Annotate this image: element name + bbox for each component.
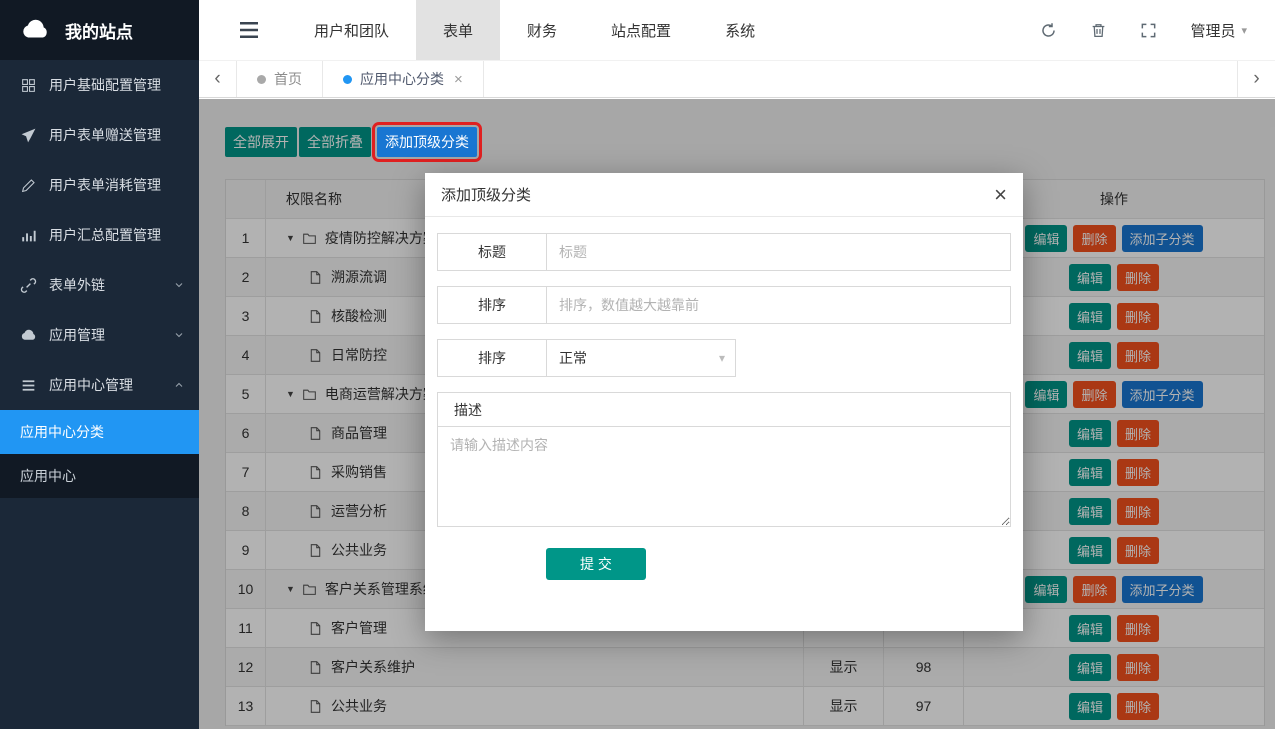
close-tab-icon[interactable]: × — [454, 71, 463, 88]
cloud-icon — [20, 327, 37, 344]
sidebar-item-label: 应用管理 — [49, 325, 105, 345]
trash-icon[interactable] — [1090, 22, 1107, 39]
site-name: 我的站点 — [65, 18, 133, 43]
sidebar-item-2[interactable]: 用户表单消耗管理 — [0, 160, 199, 210]
sidebar-item-label: 用户表单赠送管理 — [49, 125, 161, 145]
chart-icon — [20, 227, 37, 244]
tab-label: 应用中心分类 — [360, 69, 444, 89]
content-area: 全部展开 全部折叠 添加顶级分类 权限名称 操作 1▼疫情防控解决方案编辑删除添… — [199, 99, 1275, 729]
send-icon — [20, 127, 37, 144]
status-field-label: 排序 — [437, 339, 547, 377]
chevron-up-icon — [173, 379, 185, 391]
sort-input[interactable] — [546, 286, 1011, 324]
status-select-value: 正常 — [559, 348, 587, 368]
chevron-down-icon — [173, 279, 185, 291]
sidebar-item-3[interactable]: 用户汇总配置管理 — [0, 210, 199, 260]
title-input[interactable] — [546, 233, 1011, 271]
status-select[interactable]: 正常 ▾ — [546, 339, 736, 377]
user-label: 管理员 — [1190, 20, 1235, 41]
modal-title: 添加顶级分类 — [441, 184, 531, 205]
sidebar-item-label: 用户基础配置管理 — [49, 75, 161, 95]
sidebar-item-1[interactable]: 用户表单赠送管理 — [0, 110, 199, 160]
topnav-item-2[interactable]: 财务 — [500, 0, 584, 60]
user-menu[interactable]: 管理员 ▾ — [1190, 20, 1247, 41]
top-actions: 管理员 ▾ — [1040, 20, 1275, 41]
sort-field-row: 排序 — [437, 286, 1011, 324]
modal-header: 添加顶级分类 × — [425, 173, 1023, 217]
sidebar: 我的站点 用户基础配置管理用户表单赠送管理用户表单消耗管理用户汇总配置管理表单外… — [0, 0, 199, 729]
grid-icon — [20, 77, 37, 94]
sidebar-item-0[interactable]: 用户基础配置管理 — [0, 60, 199, 110]
description-field-label: 描述 — [438, 393, 1010, 427]
site-logo[interactable]: 我的站点 — [0, 0, 199, 60]
description-field: 描述 — [437, 392, 1011, 527]
menu-toggle-icon[interactable] — [237, 18, 261, 42]
top-navbar: 用户和团队表单财务站点配置系统 管理员 ▾ — [199, 0, 1275, 60]
sidebar-item-label: 用户汇总配置管理 — [49, 225, 161, 245]
sidebar-item-label: 应用中心管理 — [49, 375, 133, 395]
tab-label: 首页 — [274, 69, 302, 89]
sidebar-submenu: 应用中心分类应用中心 — [0, 410, 199, 498]
open-tabs: 首页 应用中心分类 × — [237, 61, 484, 97]
sidebar-item-6[interactable]: 应用中心管理 — [0, 360, 199, 410]
status-field-row: 排序 正常 ▾ — [437, 339, 1011, 377]
chevron-down-icon: ▾ — [1241, 24, 1247, 37]
tab-dot — [343, 75, 352, 84]
sidebar-subitem-1[interactable]: 应用中心 — [0, 454, 199, 498]
close-icon[interactable]: × — [994, 184, 1007, 206]
submit-button[interactable]: 提 交 — [546, 548, 646, 580]
chevron-down-icon: ▾ — [719, 351, 725, 365]
pen-icon — [20, 177, 37, 194]
title-field-label: 标题 — [437, 233, 547, 271]
sidebar-item-label: 用户表单消耗管理 — [49, 175, 161, 195]
sort-field-label: 排序 — [437, 286, 547, 324]
description-textarea[interactable] — [438, 427, 1010, 526]
list-icon — [20, 377, 37, 394]
sidebar-subitem-0[interactable]: 应用中心分类 — [0, 410, 199, 454]
tab-bar: ‹ 首页 应用中心分类 × › — [199, 60, 1275, 98]
cloud-logo-icon — [16, 15, 54, 45]
topnav-item-3[interactable]: 站点配置 — [584, 0, 698, 60]
add-top-category-button[interactable]: 添加顶级分类 — [377, 127, 477, 157]
refresh-icon[interactable] — [1040, 22, 1057, 39]
topnav-item-1[interactable]: 表单 — [416, 0, 500, 60]
link-icon — [20, 277, 37, 294]
sidebar-menu: 用户基础配置管理用户表单赠送管理用户表单消耗管理用户汇总配置管理表单外链应用管理… — [0, 60, 199, 410]
modal-body: 标题 排序 排序 正常 ▾ 描述 提 交 — [425, 217, 1023, 580]
sidebar-item-5[interactable]: 应用管理 — [0, 310, 199, 360]
tabs-scroll-left-icon[interactable]: ‹ — [199, 61, 237, 97]
tab-dot — [257, 75, 266, 84]
top-menu: 用户和团队表单财务站点配置系统 — [287, 0, 782, 60]
tab-0[interactable]: 首页 — [237, 61, 323, 97]
app-root: 我的站点 用户基础配置管理用户表单赠送管理用户表单消耗管理用户汇总配置管理表单外… — [0, 0, 1275, 729]
add-category-modal: 添加顶级分类 × 标题 排序 排序 正常 ▾ — [425, 173, 1023, 631]
topnav-item-4[interactable]: 系统 — [698, 0, 782, 60]
topnav-item-0[interactable]: 用户和团队 — [287, 0, 416, 60]
sidebar-item-label: 表单外链 — [49, 275, 105, 295]
title-field-row: 标题 — [437, 233, 1011, 271]
chevron-down-icon — [173, 329, 185, 341]
sidebar-item-4[interactable]: 表单外链 — [0, 260, 199, 310]
fullscreen-icon[interactable] — [1140, 22, 1157, 39]
tab-1[interactable]: 应用中心分类 × — [323, 61, 484, 97]
tabs-scroll-right-icon[interactable]: › — [1237, 61, 1275, 97]
